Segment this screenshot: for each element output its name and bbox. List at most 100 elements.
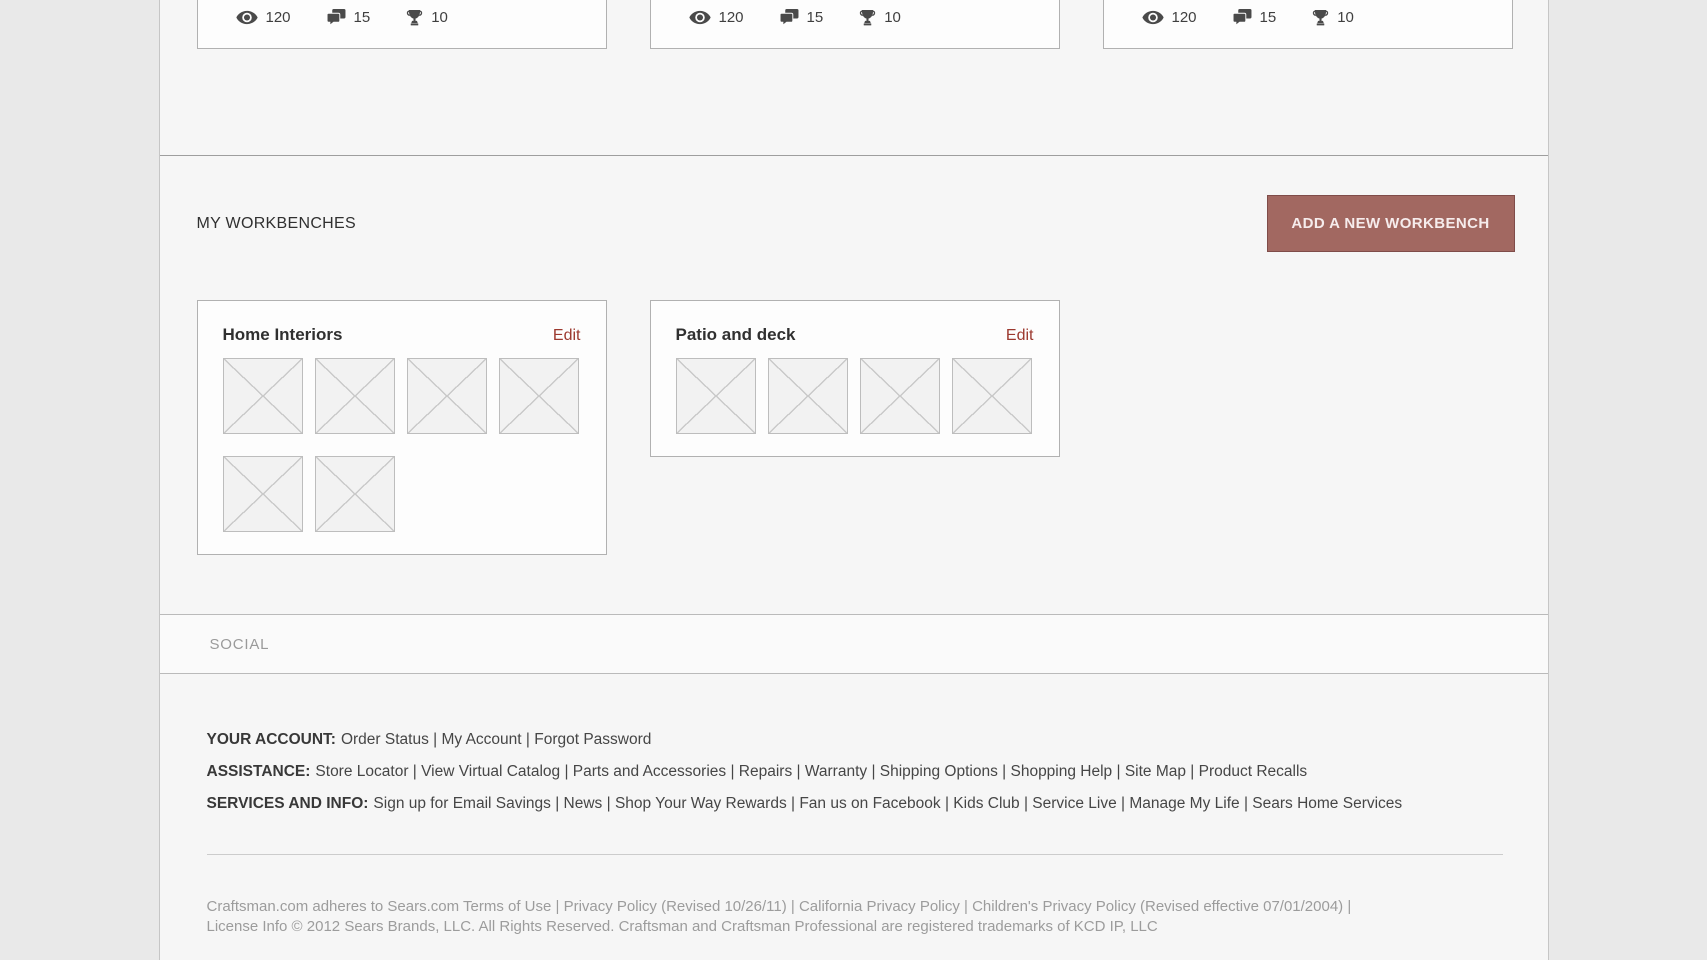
link-separator: | (602, 795, 615, 812)
social-section-header[interactable]: SOCIAL (159, 614, 1548, 674)
link-separator: | (428, 731, 442, 748)
workbench-title: Patio and deck (675, 325, 796, 344)
image-placeholder (859, 358, 940, 434)
social-label: SOCIAL (209, 635, 270, 653)
trophies-count: 10 (431, 9, 448, 26)
workbench-card: Home Interiors Edit (196, 300, 607, 555)
legal-line-1: Craftsman.com adheres to Sears.com Terms… (206, 898, 1352, 915)
footer-link[interactable]: Sign up for Email Savings (373, 795, 550, 812)
project-card[interactable]: 120 15 10 (196, 0, 607, 49)
comments-count: 15 (806, 9, 824, 26)
views-stat: 120 (235, 9, 291, 26)
link-separator: | (550, 795, 564, 812)
link-separator: | (792, 763, 805, 780)
workbench-thumbnails (675, 358, 1034, 434)
views-count: 120 (1171, 9, 1197, 26)
image-placeholder (314, 456, 395, 532)
image-placeholder (767, 358, 848, 434)
footer-link[interactable]: Product Recalls (1199, 763, 1308, 780)
add-workbench-button[interactable]: ADD A NEW WORKBENCH (1266, 195, 1515, 252)
comments-stat: 15 (1232, 9, 1277, 26)
section-title: MY WORKBENCHES (196, 214, 356, 232)
comments-stat: 15 (326, 9, 371, 26)
footer-link[interactable]: Manage My Life (1129, 795, 1239, 812)
footer: YOUR ACCOUNT: Order Status | My Account |… (160, 674, 1548, 936)
comments-icon (1232, 9, 1252, 26)
trophies-count: 10 (1337, 9, 1354, 26)
link-separator: | (726, 763, 739, 780)
trophies-stat: 10 (406, 9, 448, 26)
views-stat: 120 (688, 9, 744, 26)
workbench-card-header: Patio and deck Edit (676, 325, 1034, 345)
footer-link[interactable]: Sears Home Services (1252, 795, 1402, 812)
footer-link[interactable]: My Account (441, 731, 521, 748)
link-separator: | (867, 763, 880, 780)
trophies-count: 10 (884, 9, 901, 26)
comments-icon (326, 9, 346, 26)
workbench-card: Patio and deck Edit (649, 300, 1060, 457)
eye-icon (235, 10, 258, 25)
my-workbenches-section: MY WORKBENCHES ADD A NEW WORKBENCH Home … (160, 156, 1548, 614)
footer-link[interactable]: Repairs (739, 763, 792, 780)
footer-link[interactable]: Site Map (1125, 763, 1186, 780)
link-separator: | (997, 763, 1011, 780)
footer-link[interactable]: Warranty (805, 763, 867, 780)
footer-link-group: YOUR ACCOUNT: Order Status | My Account |… (207, 724, 1503, 756)
link-separator: | (560, 763, 573, 780)
footer-link[interactable]: Fan us on Facebook (799, 795, 940, 812)
footer-link-groups: YOUR ACCOUNT: Order Status | My Account |… (207, 724, 1503, 820)
trophies-stat: 10 (859, 9, 901, 26)
trophy-icon (1312, 9, 1329, 26)
link-separator: | (786, 795, 800, 812)
workbench-card-header: Home Interiors Edit (223, 325, 581, 345)
workbench-edit-link[interactable]: Edit (553, 327, 581, 345)
trophy-icon (406, 9, 423, 26)
footer-link[interactable]: Kids Club (953, 795, 1019, 812)
footer-link[interactable]: Shopping Help (1010, 763, 1112, 780)
footer-link[interactable]: News (564, 795, 603, 812)
image-placeholder (406, 358, 487, 434)
footer-group-label: SERVICES AND INFO: (206, 795, 369, 812)
legal-text: Craftsman.com adheres to Sears.com Terms… (207, 897, 1503, 936)
trophy-icon (859, 9, 876, 26)
footer-link[interactable]: Parts and Accessories (573, 763, 726, 780)
views-stat: 120 (1141, 9, 1197, 26)
image-placeholder (951, 358, 1032, 434)
link-separator: | (1112, 763, 1125, 780)
link-separator: | (408, 763, 422, 780)
footer-link[interactable]: Store Locator (315, 763, 408, 780)
link-separator: | (1239, 795, 1253, 812)
image-placeholder (314, 358, 395, 434)
footer-link[interactable]: Order Status (341, 731, 429, 748)
eye-icon (688, 10, 711, 25)
comments-count: 15 (1259, 9, 1277, 26)
link-separator: | (521, 731, 535, 748)
main-content-column: 120 15 10 120 15 10 120 15 10 MY WORKBEN… (158, 0, 1549, 960)
link-separator: | (1019, 795, 1033, 812)
footer-link-group: SERVICES AND INFO: Sign up for Email Savi… (207, 788, 1503, 820)
footer-link[interactable]: Forgot Password (534, 731, 651, 748)
link-separator: | (1186, 763, 1199, 780)
footer-link[interactable]: View Virtual Catalog (421, 763, 560, 780)
footer-group-label: YOUR ACCOUNT: (206, 731, 336, 748)
link-separator: | (940, 795, 954, 812)
footer-group-label: ASSISTANCE: (206, 763, 311, 780)
eye-icon (1141, 10, 1164, 25)
views-count: 120 (265, 9, 291, 26)
footer-link[interactable]: Shop Your Way Rewards (615, 795, 787, 812)
views-count: 120 (718, 9, 744, 26)
project-cards-section: 120 15 10 120 15 10 120 15 10 (159, 0, 1548, 156)
project-card[interactable]: 120 15 10 (649, 0, 1060, 49)
workbench-section-header: MY WORKBENCHES ADD A NEW WORKBENCH (197, 195, 1515, 252)
trophies-stat: 10 (1312, 9, 1354, 26)
comments-stat: 15 (779, 9, 824, 26)
workbench-edit-link[interactable]: Edit (1006, 327, 1034, 345)
image-placeholder (498, 358, 579, 434)
project-card[interactable]: 120 15 10 (1102, 0, 1513, 49)
footer-link-group: ASSISTANCE: Store Locator | View Virtual … (207, 756, 1503, 788)
workbench-thumbnails (222, 358, 581, 532)
footer-link[interactable]: Shipping Options (880, 763, 998, 780)
footer-link[interactable]: Service Live (1032, 795, 1116, 812)
image-placeholder (222, 358, 303, 434)
comments-count: 15 (353, 9, 371, 26)
